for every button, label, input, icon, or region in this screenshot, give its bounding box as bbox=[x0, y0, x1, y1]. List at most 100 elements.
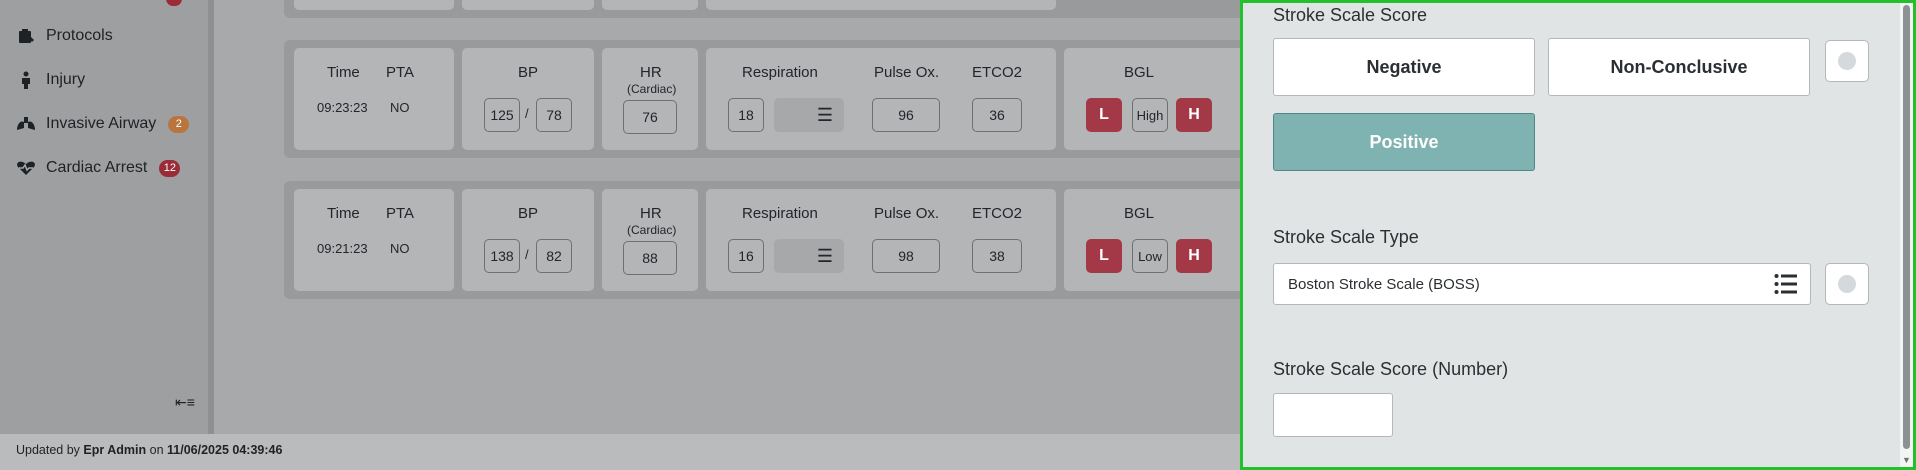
respiration-options-button[interactable]: ☰ bbox=[774, 239, 844, 273]
menu-icon: ☰ bbox=[816, 104, 833, 125]
stroke-scale-type-select[interactable]: Boston Stroke Scale (BOSS) bbox=[1273, 263, 1811, 305]
scroll-down-icon[interactable]: ▼ bbox=[1902, 455, 1911, 465]
sidebar-item-injury[interactable]: Injury bbox=[16, 68, 85, 92]
list-icon bbox=[1774, 273, 1798, 299]
lungs-icon bbox=[16, 114, 36, 134]
hr-header: HR bbox=[640, 64, 662, 81]
stroke-scale-number-input[interactable] bbox=[1273, 393, 1393, 437]
bp-separator: / bbox=[525, 247, 529, 262]
bp-systolic-field[interactable]: 125 bbox=[484, 98, 520, 132]
vitals-row[interactable]: Time PTA 09:23:23 NO BP 125 / 78 HR (Car… bbox=[284, 40, 1284, 158]
bp-systolic-field[interactable]: 138 bbox=[484, 239, 520, 273]
stroke-scale-panel: Stroke Scale Score Negative Non-Conclusi… bbox=[1240, 0, 1916, 470]
time-pta-card: Time PTA 09:23:23 NO bbox=[294, 48, 454, 150]
hr-card: HR (Cardiac) 88 bbox=[602, 189, 698, 291]
sidebar-item-label: Cardiac Arrest bbox=[46, 159, 148, 176]
heart-pulse-icon bbox=[16, 158, 36, 178]
sidebar-item-invasive-airway[interactable]: Invasive Airway 2 bbox=[16, 112, 190, 136]
injury-icon bbox=[16, 70, 36, 90]
bgl-header: BGL bbox=[1124, 205, 1155, 222]
pulse-ox-field[interactable]: 98 bbox=[872, 239, 940, 273]
hr-card: HR (Cardiac) 76 bbox=[602, 48, 698, 150]
respiration-field[interactable]: 18 bbox=[728, 98, 764, 132]
etco2-header: ETCO2 bbox=[972, 64, 1023, 81]
bgl-field[interactable]: Low bbox=[1132, 239, 1168, 273]
vitals-card-partial bbox=[602, 0, 698, 10]
bp-card: BP 138 / 82 bbox=[462, 189, 594, 291]
count-badge: 12 bbox=[159, 159, 181, 177]
etco2-field[interactable]: 36 bbox=[972, 98, 1022, 132]
stroke-scale-score-label: Stroke Scale Score bbox=[1273, 5, 1428, 25]
bp-separator: / bbox=[525, 106, 529, 121]
vitals-card-partial bbox=[462, 0, 594, 10]
positive-option-button[interactable]: Positive bbox=[1273, 113, 1535, 171]
footer-prefix: Updated by bbox=[16, 443, 80, 457]
footer-on: on bbox=[149, 443, 164, 457]
respiration-options-button[interactable]: ☰ bbox=[774, 98, 844, 132]
sidebar-item-cardiac-arrest[interactable]: Cardiac Arrest 12 bbox=[16, 156, 181, 180]
sidebar-badge-partial bbox=[166, 0, 182, 6]
sidebar-item-label: Injury bbox=[46, 71, 86, 88]
stroke-scale-type-value: Boston Stroke Scale (BOSS) bbox=[1288, 275, 1480, 293]
stroke-scale-number-label: Stroke Scale Score (Number) bbox=[1273, 359, 1509, 379]
bgl-low-button[interactable]: L bbox=[1086, 239, 1122, 273]
bgl-header: BGL bbox=[1124, 64, 1155, 81]
vitals-card-partial bbox=[294, 0, 454, 10]
pta-value: NO bbox=[390, 100, 410, 115]
score-clear-button[interactable] bbox=[1825, 40, 1869, 82]
resp-card: Respiration Pulse Ox. ETCO2 18 ☰ 96 36 bbox=[706, 48, 1056, 150]
vitals-row-partial bbox=[284, 0, 1284, 18]
sidebar-item-label: Protocols bbox=[46, 27, 113, 44]
bgl-high-button[interactable]: H bbox=[1176, 239, 1212, 273]
type-clear-button[interactable] bbox=[1825, 263, 1869, 305]
sidebar: Protocols Injury Invasive Airway 2 Cardi… bbox=[0, 0, 214, 434]
collapse-sidebar-icon[interactable]: ⇤≡ bbox=[175, 394, 195, 411]
radio-dot-icon bbox=[1838, 52, 1856, 70]
pta-value: NO bbox=[390, 241, 410, 256]
sidebar-item-label: Invasive Airway bbox=[46, 115, 157, 132]
pulse-ox-header: Pulse Ox. bbox=[874, 64, 940, 81]
etco2-header: ETCO2 bbox=[972, 205, 1023, 222]
time-value: 09:23:23 bbox=[317, 100, 368, 115]
negative-option-button[interactable]: Negative bbox=[1273, 38, 1535, 96]
hr-field[interactable]: 88 bbox=[623, 241, 677, 275]
resp-card: Respiration Pulse Ox. ETCO2 16 ☰ 98 38 bbox=[706, 189, 1056, 291]
pulse-ox-header: Pulse Ox. bbox=[874, 205, 940, 222]
bgl-low-button[interactable]: L bbox=[1086, 98, 1122, 132]
protocols-icon bbox=[16, 26, 36, 46]
bp-header: BP bbox=[518, 64, 539, 81]
pta-header: PTA bbox=[386, 205, 415, 222]
scrollbar-thumb[interactable] bbox=[1903, 5, 1910, 449]
vitals-row[interactable]: Time PTA 09:21:23 NO BP 138 / 82 HR (Car… bbox=[284, 181, 1284, 299]
updated-by-text: Updated by Epr Admin on 11/06/2025 04:39… bbox=[16, 443, 282, 457]
hr-header: HR bbox=[640, 205, 662, 222]
hr-subheader: (Cardiac) bbox=[627, 223, 677, 237]
hr-field[interactable]: 76 bbox=[623, 100, 677, 134]
time-value: 09:21:23 bbox=[317, 241, 368, 256]
footer-datetime: 11/06/2025 04:39:46 bbox=[167, 443, 283, 457]
respiration-header: Respiration bbox=[742, 64, 818, 81]
sidebar-item-protocols[interactable]: Protocols bbox=[16, 24, 113, 48]
time-header: Time bbox=[327, 64, 360, 81]
respiration-header: Respiration bbox=[742, 205, 818, 222]
non-conclusive-option-button[interactable]: Non-Conclusive bbox=[1548, 38, 1810, 96]
time-pta-card: Time PTA 09:21:23 NO bbox=[294, 189, 454, 291]
bp-header: BP bbox=[518, 205, 539, 222]
bp-card: BP 125 / 78 bbox=[462, 48, 594, 150]
bp-diastolic-field[interactable]: 78 bbox=[536, 98, 572, 132]
vitals-card-partial bbox=[706, 0, 1056, 10]
footer-user: Epr Admin bbox=[83, 443, 147, 457]
etco2-field[interactable]: 38 bbox=[972, 239, 1022, 273]
stroke-scale-type-label: Stroke Scale Type bbox=[1273, 227, 1419, 247]
pulse-ox-field[interactable]: 96 bbox=[872, 98, 940, 132]
hr-subheader: (Cardiac) bbox=[627, 82, 677, 96]
menu-icon: ☰ bbox=[816, 245, 833, 266]
pta-header: PTA bbox=[386, 64, 415, 81]
count-badge: 2 bbox=[168, 115, 190, 133]
bgl-field[interactable]: High bbox=[1132, 98, 1168, 132]
respiration-field[interactable]: 16 bbox=[728, 239, 764, 273]
radio-dot-icon bbox=[1838, 275, 1856, 293]
time-header: Time bbox=[327, 205, 360, 222]
bp-diastolic-field[interactable]: 82 bbox=[536, 239, 572, 273]
bgl-high-button[interactable]: H bbox=[1176, 98, 1212, 132]
